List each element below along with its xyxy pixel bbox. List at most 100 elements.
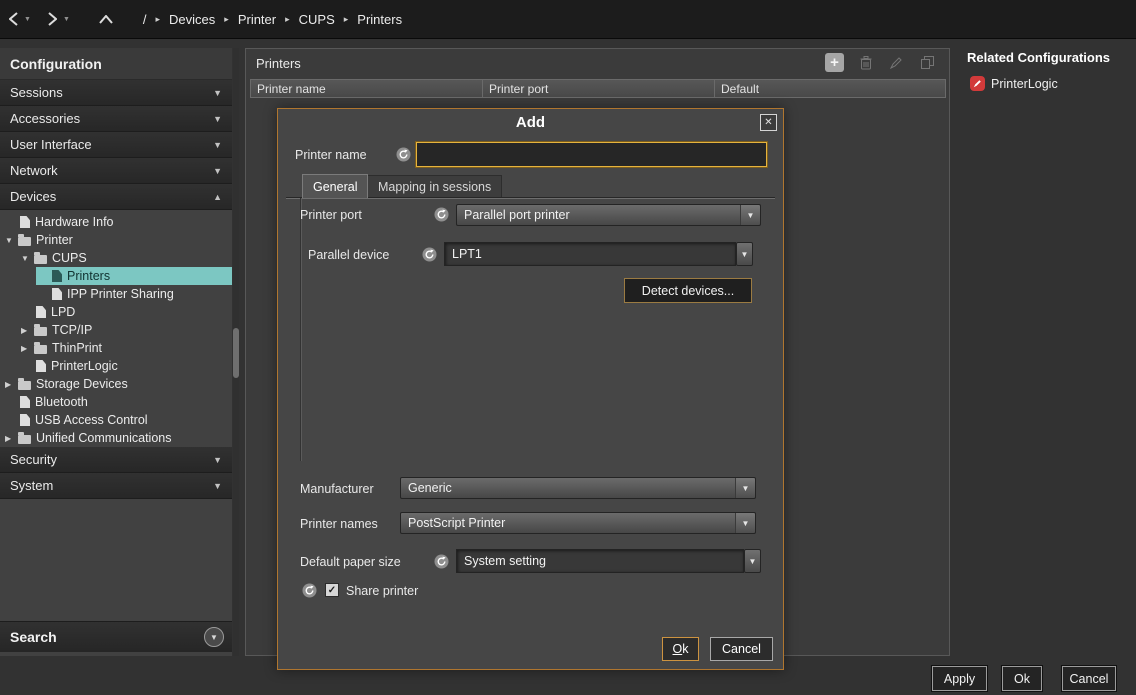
add-printer-button[interactable]: + <box>825 53 844 72</box>
back-button[interactable] <box>9 8 18 30</box>
sidebar-empty-area <box>0 499 232 621</box>
default-paper-size-combo-input[interactable]: System setting <box>456 549 744 573</box>
dialog-ok-button[interactable]: Ok <box>662 637 699 661</box>
app-window: ▼ ▼ / ▸ Devices ▸ Printer ▸ CUPS ▸ Print… <box>0 0 1136 695</box>
breadcrumb-root[interactable]: / <box>143 12 147 27</box>
expander-closed-icon[interactable]: ▶ <box>21 344 34 353</box>
tree-item-bluetooth[interactable]: Bluetooth <box>0 393 232 411</box>
caret-down-icon: ▼ <box>740 205 760 225</box>
detect-devices-button[interactable]: Detect devices... <box>624 278 752 303</box>
column-header-default[interactable]: Default <box>714 79 946 98</box>
manufacturer-label: Manufacturer <box>300 482 374 496</box>
parameter-toggle-icon[interactable] <box>434 207 449 222</box>
tree-item-storage-devices[interactable]: ▶ Storage Devices <box>0 375 232 393</box>
expander-closed-icon[interactable]: ▶ <box>21 326 34 335</box>
cancel-button[interactable]: Cancel <box>1062 666 1116 691</box>
expander-closed-icon[interactable]: ▶ <box>5 434 18 443</box>
breadcrumb-separator-icon: ▸ <box>224 14 229 25</box>
tab-pane-border <box>300 198 302 461</box>
document-icon <box>36 360 46 372</box>
check-icon: ✓ <box>328 585 336 596</box>
tab-mapping-in-sessions[interactable]: Mapping in sessions <box>367 175 502 198</box>
tree-item-printers[interactable]: Printers <box>0 267 232 285</box>
parallel-device-dropdown-button[interactable]: ▼ <box>736 242 753 266</box>
manufacturer-dropdown[interactable]: Generic ▼ <box>400 477 756 499</box>
pencil-icon <box>890 56 903 69</box>
up-level-button[interactable] <box>99 8 113 30</box>
tree-item-label: Printers <box>67 269 110 283</box>
chevron-right-icon <box>48 12 57 26</box>
apply-button[interactable]: Apply <box>932 666 987 691</box>
edit-printer-button[interactable] <box>887 53 906 72</box>
sidebar-section-devices[interactable]: Devices ▲ <box>0 184 232 210</box>
caret-up-icon: ▲ <box>213 192 222 202</box>
share-printer-checkbox[interactable]: ✓ <box>325 583 339 597</box>
combo-value: System setting <box>464 554 546 568</box>
breadcrumb-item-printer[interactable]: Printer <box>238 12 276 27</box>
dialog-cancel-button[interactable]: Cancel <box>710 637 773 661</box>
breadcrumb: / ▸ Devices ▸ Printer ▸ CUPS ▸ Printers <box>143 12 402 27</box>
configuration-sidebar: Configuration Sessions ▼ Accessories ▼ U… <box>0 48 232 656</box>
caret-down-icon: ▼ <box>741 250 749 259</box>
sidebar-section-system[interactable]: System ▼ <box>0 473 232 499</box>
tree-item-printerlogic[interactable]: PrinterLogic <box>0 357 232 375</box>
expander-open-icon[interactable]: ▼ <box>5 236 18 245</box>
tree-item-thinprint[interactable]: ▶ ThinPrint <box>0 339 232 357</box>
tree-item-label: IPP Printer Sharing <box>67 287 174 301</box>
parameter-toggle-icon[interactable] <box>422 247 437 262</box>
printer-port-dropdown[interactable]: Parallel port printer ▼ <box>456 204 761 226</box>
parameter-toggle-icon[interactable] <box>396 147 411 162</box>
breadcrumb-item-cups[interactable]: CUPS <box>299 12 335 27</box>
caret-down-icon: ▼ <box>213 455 222 465</box>
breadcrumb-separator-icon: ▸ <box>344 14 349 25</box>
breadcrumb-item-printers[interactable]: Printers <box>357 12 402 27</box>
tree-item-usb-access-control[interactable]: USB Access Control <box>0 411 232 429</box>
search-expand-button[interactable]: ▼ <box>204 627 224 647</box>
related-configurations-title: Related Configurations <box>967 50 1136 65</box>
sidebar-section-network[interactable]: Network ▼ <box>0 158 232 184</box>
delete-printer-button[interactable] <box>856 53 875 72</box>
expander-closed-icon[interactable]: ▶ <box>5 380 18 389</box>
column-header-printer-name[interactable]: Printer name <box>250 79 483 98</box>
printer-names-dropdown[interactable]: PostScript Printer ▼ <box>400 512 756 534</box>
related-item-printerlogic[interactable]: PrinterLogic <box>970 76 1136 91</box>
sidebar-section-security[interactable]: Security ▼ <box>0 447 232 473</box>
sidebar-scrollbar[interactable] <box>233 48 239 656</box>
breadcrumb-separator-icon: ▸ <box>156 14 161 25</box>
default-paper-size-dropdown-button[interactable]: ▼ <box>744 549 761 573</box>
tree-item-hardware-info[interactable]: Hardware Info <box>0 213 232 231</box>
parallel-device-combo-input[interactable]: LPT1 <box>444 242 736 266</box>
folder-icon <box>18 381 31 390</box>
search-label: Search <box>10 629 57 645</box>
column-header-printer-port[interactable]: Printer port <box>482 79 715 98</box>
section-label: Devices <box>10 189 56 204</box>
forward-history-caret-icon[interactable]: ▼ <box>63 16 70 23</box>
tree-item-unified-communications[interactable]: ▶ Unified Communications <box>0 429 232 447</box>
copy-printer-button[interactable] <box>918 53 937 72</box>
dialog-close-button[interactable]: ✕ <box>760 114 777 131</box>
caret-down-icon: ▼ <box>735 513 755 533</box>
tree-item-cups[interactable]: ▼ CUPS <box>0 249 232 267</box>
parameter-toggle-icon[interactable] <box>302 583 317 598</box>
sidebar-search-section[interactable]: Search ▼ <box>0 621 232 652</box>
sidebar-section-user-interface[interactable]: User Interface ▼ <box>0 132 232 158</box>
tree-item-label: TCP/IP <box>52 323 92 337</box>
expander-open-icon[interactable]: ▼ <box>21 254 34 263</box>
back-history-caret-icon[interactable]: ▼ <box>24 16 31 23</box>
parameter-toggle-icon[interactable] <box>434 554 449 569</box>
tree-item-lpd[interactable]: LPD <box>0 303 232 321</box>
scrollbar-thumb[interactable] <box>233 328 239 378</box>
caret-down-icon: ▼ <box>213 114 222 124</box>
tree-item-ipp-printer-sharing[interactable]: IPP Printer Sharing <box>0 285 232 303</box>
printer-name-input[interactable] <box>416 142 767 167</box>
ok-button[interactable]: Ok <box>1002 666 1042 691</box>
forward-button[interactable] <box>48 8 57 30</box>
tab-general[interactable]: General <box>302 174 368 198</box>
tree-item-tcp-ip[interactable]: ▶ TCP/IP <box>0 321 232 339</box>
sidebar-section-sessions[interactable]: Sessions ▼ <box>0 80 232 106</box>
breadcrumb-item-devices[interactable]: Devices <box>169 12 215 27</box>
caret-down-icon: ▼ <box>210 633 218 642</box>
section-label: System <box>10 478 53 493</box>
sidebar-section-accessories[interactable]: Accessories ▼ <box>0 106 232 132</box>
tree-item-printer[interactable]: ▼ Printer <box>0 231 232 249</box>
